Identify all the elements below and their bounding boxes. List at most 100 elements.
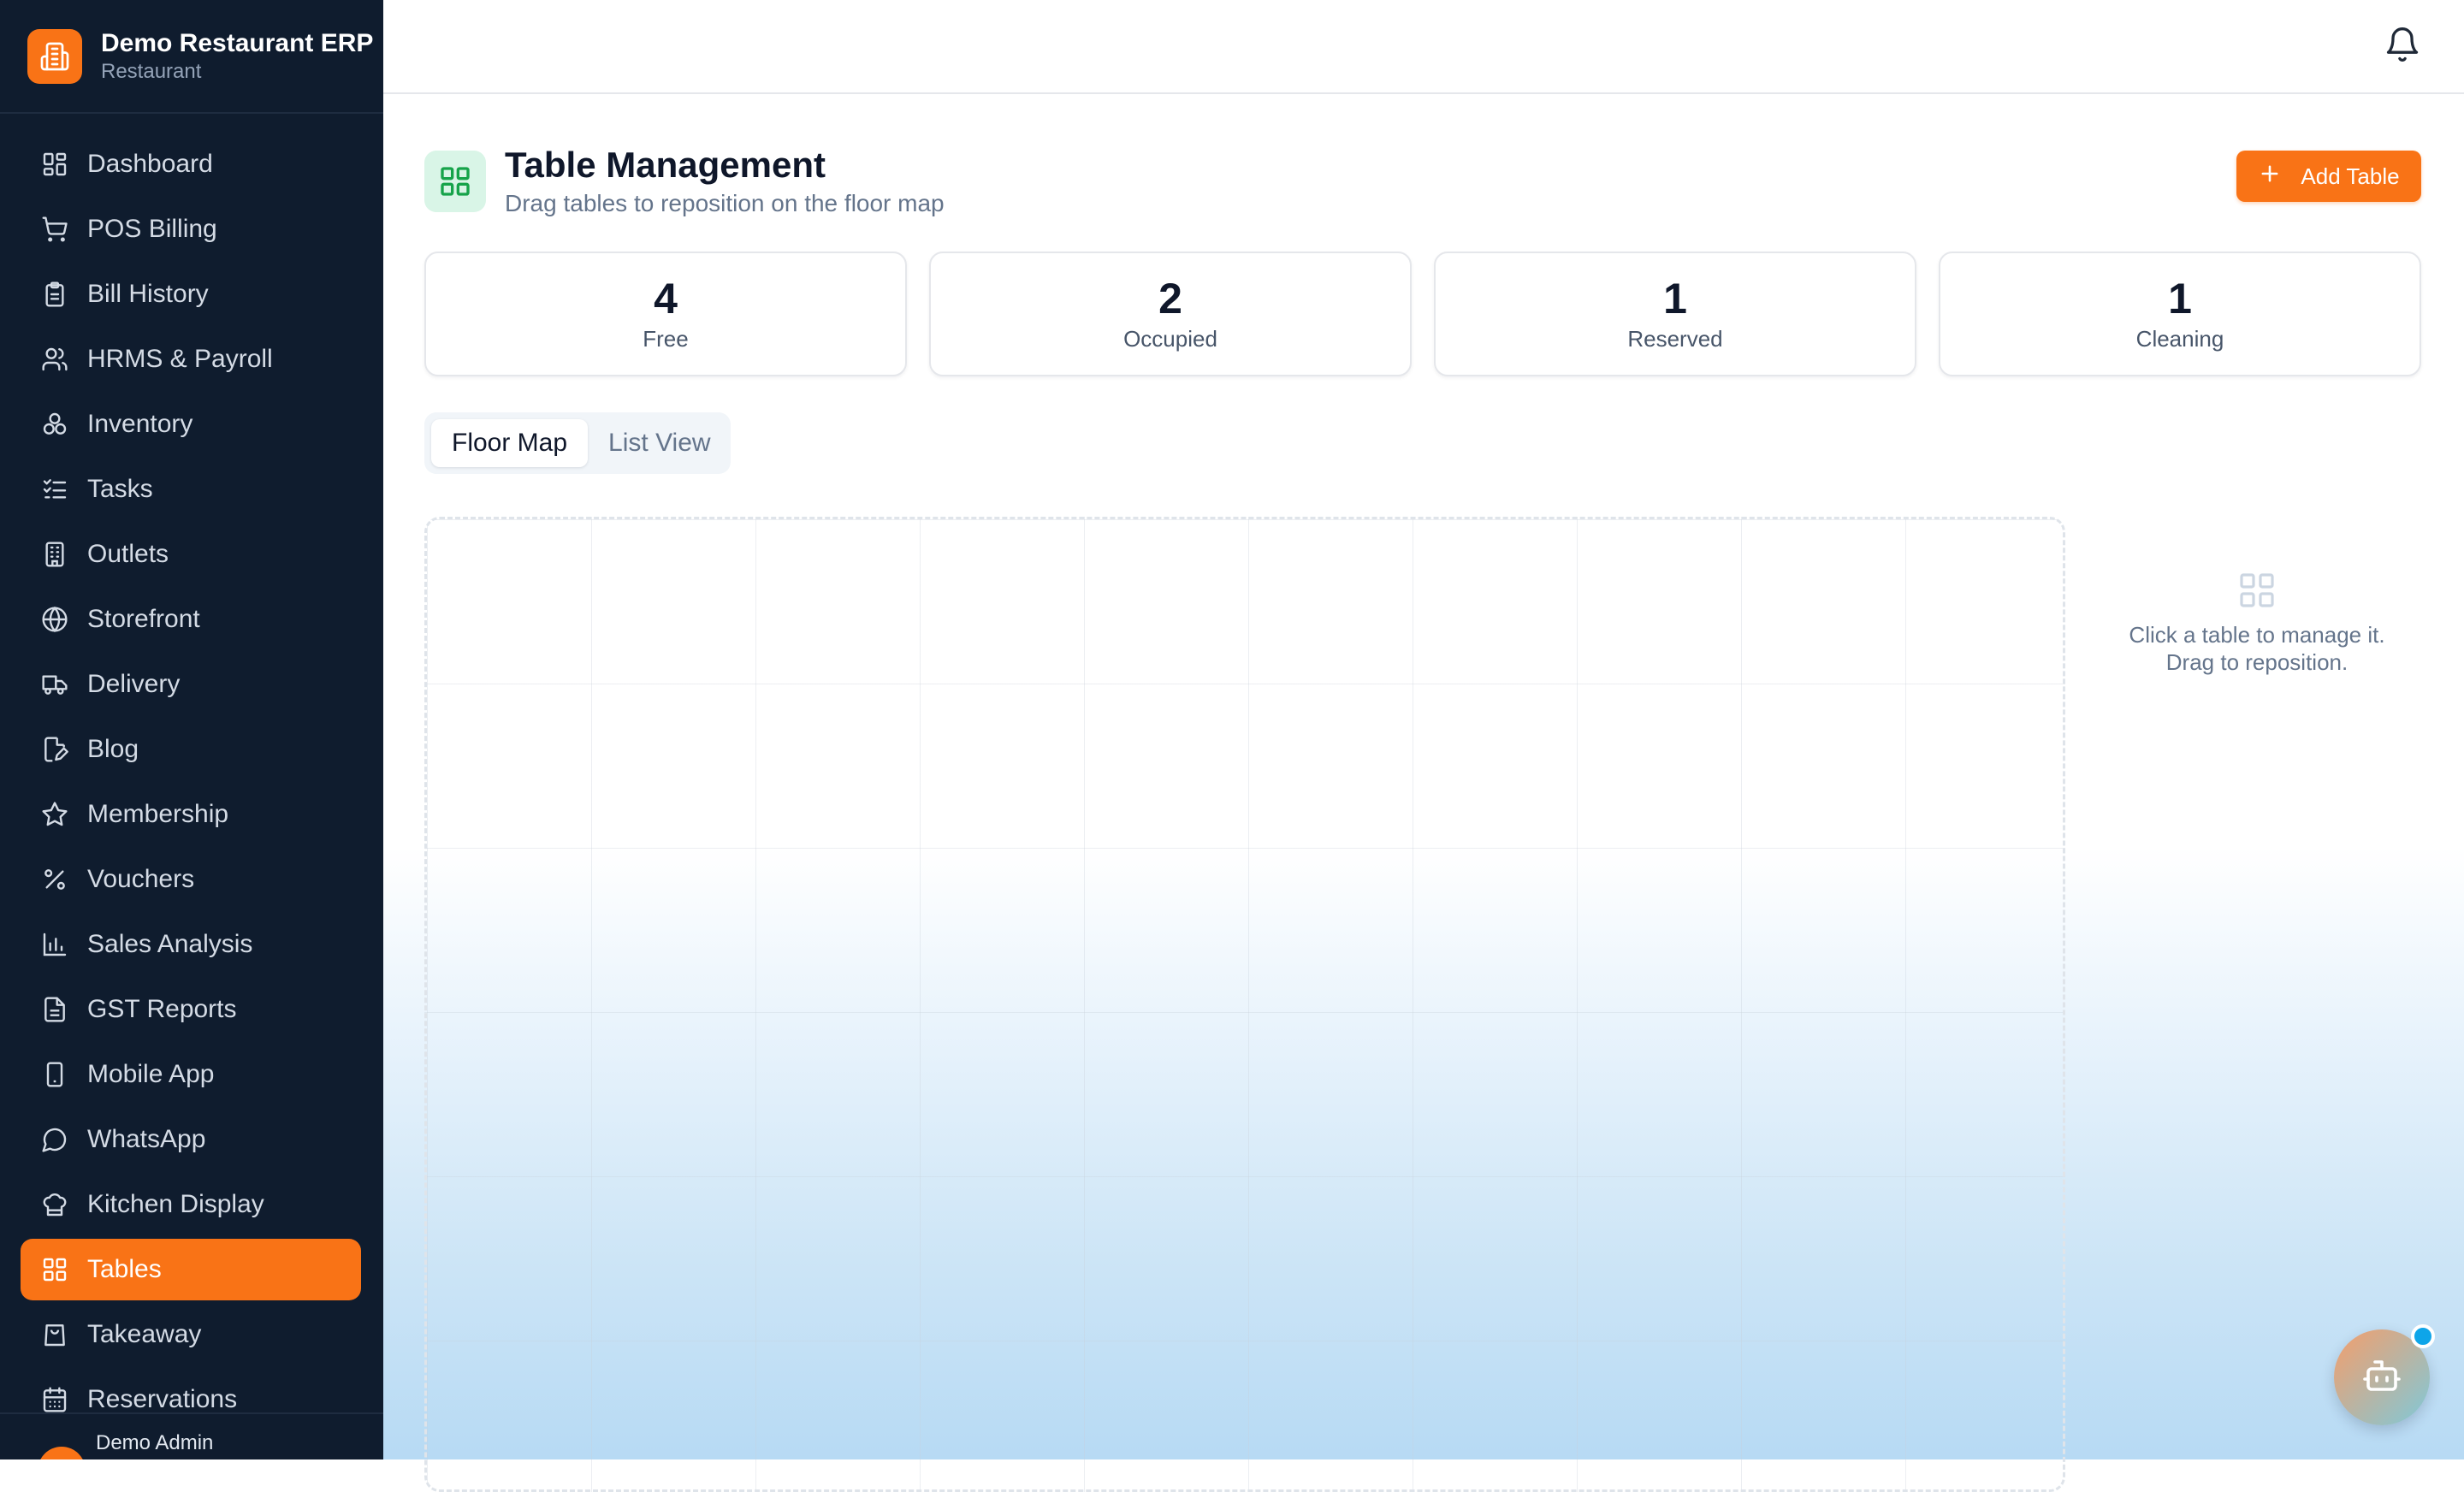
sidebar-item-vouchers[interactable]: Vouchers [21,849,361,910]
sidebar-item-tasks[interactable]: Tasks [21,459,361,520]
stat-card-cleaning: 1 Cleaning [1939,252,2421,376]
star-icon [39,799,70,830]
sidebar-item-label: HRMS & Payroll [87,345,273,373]
boxes-icon [39,409,70,440]
sidebar-item-label: Inventory [87,410,193,438]
hint-line-2: Drag to reposition. [2165,649,2348,675]
view-toggle: Floor Map List View [424,412,731,474]
smartphone-icon [39,1059,70,1090]
sidebar-item-label: Outlets [87,540,169,568]
tab-floor-map[interactable]: Floor Map [431,419,589,467]
percent-icon [39,864,70,895]
stat-value: 2 [1158,275,1182,323]
sidebar-item-label: Tables [87,1255,162,1283]
file-edit-icon [39,734,70,765]
top-bar [383,0,2464,94]
brand-title: Demo Restaurant ERP [101,28,374,57]
sidebar-item-outlets[interactable]: Outlets [21,524,361,585]
building-icon [27,28,82,84]
stat-card-reserved: 1 Reserved [1434,252,1916,376]
sidebar-item-tables[interactable]: Tables [21,1239,361,1300]
sidebar-item-sales-analysis[interactable]: Sales Analysis [21,914,361,975]
shopping-bag-icon [39,1319,70,1350]
sidebar-item-label: Takeaway [87,1320,202,1348]
building-icon [39,539,70,570]
stat-value: 4 [654,275,678,323]
bar-chart-icon [39,929,70,960]
brand-subtitle: Restaurant [101,59,202,83]
sidebar-item-whatsapp[interactable]: WhatsApp [21,1109,361,1170]
sidebar-item-label: Vouchers [87,865,195,893]
calendar-icon [39,1384,70,1415]
message-circle-icon [39,1124,70,1155]
main-content: Table Management Drag tables to repositi… [383,94,2464,1492]
table-details-panel: Click a table to manage it. Drag to repo… [2086,570,2428,676]
sidebar-item-pos-billing[interactable]: POS Billing [21,198,361,260]
user-name: Demo Admin [96,1431,214,1454]
sidebar-item-bill-history[interactable]: Bill History [21,263,361,325]
cart-icon [39,214,70,245]
sidebar-item-label: Membership [87,800,229,828]
chef-hat-icon [39,1189,70,1220]
stat-label: Cleaning [2135,326,2224,352]
stat-value: 1 [2168,275,2192,323]
stat-value: 1 [1663,275,1687,323]
sidebar-item-label: Kitchen Display [87,1190,264,1218]
sidebar-item-kitchen-display[interactable]: Kitchen Display [21,1174,361,1235]
notification-dot [2411,1324,2435,1348]
stat-card-occupied: 2 Occupied [929,252,1412,376]
sidebar-item-label: Bill History [87,280,209,308]
sidebar-item-dashboard[interactable]: Dashboard [21,133,361,195]
sidebar-item-label: Storefront [87,605,200,633]
sidebar-item-takeaway[interactable]: Takeaway [21,1304,361,1365]
sidebar-item-label: WhatsApp [87,1125,206,1153]
page-subtitle: Drag tables to reposition on the floor m… [505,190,945,216]
sidebar-item-gst-reports[interactable]: GST Reports [21,979,361,1040]
sidebar-item-label: POS Billing [87,215,217,243]
sidebar-item-label: Reservations [87,1385,238,1413]
avatar [38,1447,86,1459]
globe-icon [39,604,70,635]
user-profile[interactable]: Demo Admin [0,1412,383,1459]
sidebar-item-label: Mobile App [87,1060,215,1088]
clipboard-icon [39,279,70,310]
add-table-button[interactable]: Add Table [2236,151,2421,202]
sidebar-nav: Dashboard POS Billing Bill History HRMS … [21,133,361,1434]
grid-icon [2240,573,2274,607]
sidebar-item-delivery[interactable]: Delivery [21,654,361,715]
sidebar: Demo Restaurant ERP Restaurant Dashboard… [0,0,383,1459]
ai-assistant-button[interactable] [2334,1324,2435,1425]
stat-label: Reserved [1627,326,1723,352]
sidebar-item-label: Dashboard [87,150,213,178]
plus-icon [2258,162,2282,192]
stat-label: Free [643,326,689,352]
sidebar-item-label: GST Reports [87,995,237,1023]
document-icon [39,994,70,1025]
users-icon [39,344,70,375]
bell-icon[interactable] [2384,26,2421,63]
checklist-icon [39,474,70,505]
sidebar-item-mobile-app[interactable]: Mobile App [21,1044,361,1105]
sidebar-item-storefront[interactable]: Storefront [21,589,361,650]
tab-list-view[interactable]: List View [588,419,732,467]
floor-map-canvas[interactable] [424,517,2065,1492]
page-title: Table Management [505,145,826,185]
hint-line-1: Click a table to manage it. [2129,622,2385,648]
grid-icon [39,1254,70,1285]
status-summary: 4 Free 2 Occupied 1 Reserved 1 Cleaning [424,252,2421,376]
stat-card-free: 4 Free [424,252,907,376]
brand[interactable]: Demo Restaurant ERP Restaurant [0,0,383,114]
bot-icon [2361,1355,2402,1400]
grid-icon [424,151,486,212]
sidebar-item-label: Delivery [87,670,181,698]
sidebar-item-blog[interactable]: Blog [21,719,361,780]
sidebar-item-label: Sales Analysis [87,930,253,958]
sidebar-item-membership[interactable]: Membership [21,784,361,845]
stat-label: Occupied [1123,326,1217,352]
sidebar-item-hrms-payroll[interactable]: HRMS & Payroll [21,329,361,390]
dashboard-icon [39,149,70,180]
add-table-label: Add Table [2301,163,2400,189]
sidebar-item-inventory[interactable]: Inventory [21,394,361,455]
truck-icon [39,669,70,700]
sidebar-item-label: Blog [87,735,139,763]
